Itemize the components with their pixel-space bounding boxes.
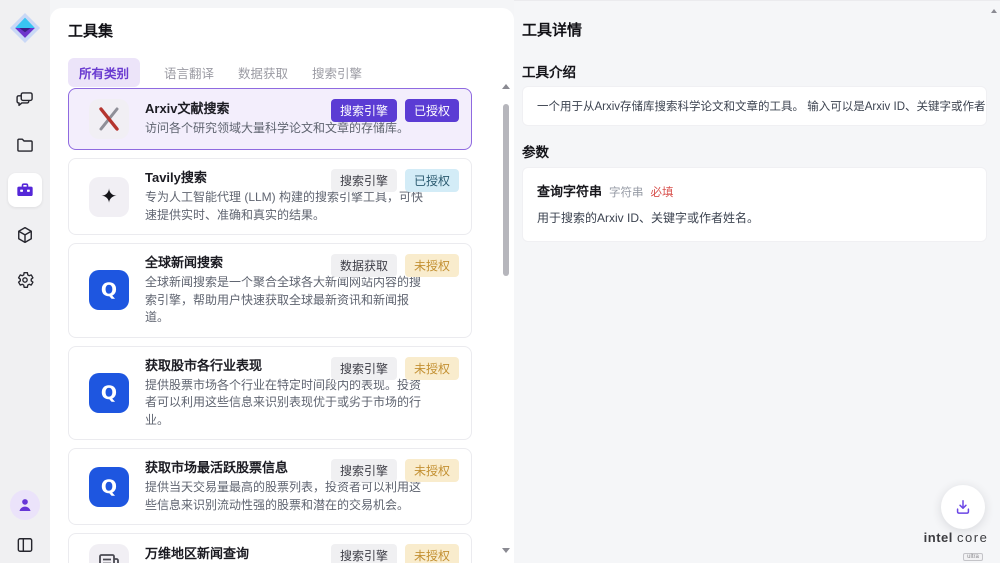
tool-card[interactable]: Q 获取市场最活跃股票信息 提供当天交易量最高的股票列表，投资者可以利用这些信息…: [68, 448, 472, 525]
param-required-flag: 必填: [651, 184, 674, 200]
category-badge: 搜索引擎: [331, 459, 397, 482]
scrollbar-thumb[interactable]: [503, 104, 509, 276]
param-card: 查询字符串 字符串 必填 用于搜索的Arxiv ID、关键字或作者姓名。: [522, 167, 987, 242]
tavily-star-icon: ✦: [89, 177, 129, 217]
tool-card[interactable]: Arxiv文献搜索 访问各个研究领域大量科学论文和文章的存储库。 搜索引擎 已授…: [68, 88, 472, 150]
blue-q-icon: Q: [89, 270, 129, 310]
cube-icon: [15, 225, 35, 245]
tool-description: 专为人工智能代理 (LLM) 构建的搜索引擎工具，可快速提供实时、准确和真实的结…: [145, 189, 427, 224]
tab-3[interactable]: 搜索引擎: [312, 58, 362, 87]
newspaper-icon: [89, 544, 129, 563]
settings-gear-icon: [15, 270, 35, 290]
panel-scroll-up-arrow-icon[interactable]: [991, 9, 997, 13]
sidebar-item-settings[interactable]: [8, 263, 42, 297]
auth-status-badge: 已授权: [405, 99, 459, 122]
scroll-down-arrow-icon[interactable]: [502, 548, 510, 553]
avatar: [10, 490, 40, 520]
toolset-panel: 工具集 所有类别语言翻译数据获取搜索引擎 Arxiv文献搜索 访问各个研究领域大…: [50, 8, 514, 563]
tool-list: Arxiv文献搜索 访问各个研究领域大量科学论文和文章的存储库。 搜索引擎 已授…: [68, 88, 472, 563]
scroll-up-arrow-icon[interactable]: [502, 84, 510, 89]
intel-core-logo: intel core ultra: [918, 530, 994, 563]
tool-intro-card: 一个用于从Arxiv存储库搜索科学论文和文章的工具。 输入可以是Arxiv ID…: [522, 86, 987, 126]
download-icon: [953, 497, 973, 517]
sidebar-item-layout[interactable]: [8, 528, 42, 562]
arxiv-x-icon: [89, 99, 129, 139]
user-avatar-icon: [15, 495, 35, 515]
ultra-badge: ultra: [963, 553, 983, 561]
auth-status-badge: 已授权: [405, 169, 459, 192]
intro-heading: 工具介绍: [522, 61, 576, 81]
tool-badges: 数据获取 未授权: [331, 254, 459, 277]
layout-panel-icon: [15, 535, 35, 555]
param-type: 字符串: [609, 184, 644, 200]
tool-card[interactable]: 万维地区新闻查询 查询具体行政区划内的新闻，快速了解各地新闻动 搜索引擎 未授权: [68, 533, 472, 563]
sidebar-rail: [0, 0, 50, 563]
blue-q-icon: Q: [89, 373, 129, 413]
tool-badges: 搜索引擎 未授权: [331, 357, 459, 380]
tab-0[interactable]: 所有类别: [68, 58, 140, 87]
auth-status-badge: 未授权: [405, 459, 459, 482]
chat-icon: [15, 90, 35, 110]
sidebar-item-account[interactable]: [8, 488, 42, 522]
tab-2[interactable]: 数据获取: [238, 58, 288, 87]
toolbox-icon: [15, 180, 35, 200]
tool-card[interactable]: Q 全球新闻搜索 全球新闻搜索是一个聚合全球各大新闻网站内容的搜索引擎，帮助用户…: [68, 243, 472, 338]
param-description: 用于搜索的Arxiv ID、关键字或作者姓名。: [537, 209, 972, 226]
params-heading: 参数: [522, 141, 549, 161]
tool-card[interactable]: Q 获取股市各行业表现 提供股票市场各个行业在特定时间段内的表现。投资者可以利用…: [68, 346, 472, 441]
param-header: 查询字符串 字符串 必填: [537, 181, 972, 200]
category-tabs: 所有类别语言翻译数据获取搜索引擎: [68, 58, 362, 87]
tool-badges: 搜索引擎 已授权: [331, 99, 459, 122]
toolset-title: 工具集: [68, 20, 113, 41]
category-badge: 搜索引擎: [331, 544, 397, 563]
intel-brand-text: intel: [924, 530, 953, 545]
sidebar-item-toolbox[interactable]: [8, 173, 42, 207]
tool-details-panel: 工具详情 工具介绍 一个用于从Arxiv存储库搜索科学论文和文章的工具。 输入可…: [514, 0, 1000, 563]
category-badge: 数据获取: [331, 254, 397, 277]
auth-status-badge: 未授权: [405, 254, 459, 277]
auth-status-badge: 未授权: [405, 357, 459, 380]
blue-q-icon: Q: [89, 467, 129, 507]
tool-description: 全球新闻搜索是一个聚合全球各大新闻网站内容的搜索引擎，帮助用户快速获取全球最新资…: [145, 274, 427, 327]
category-badge: 搜索引擎: [331, 169, 397, 192]
tool-description: 提供股票市场各个行业在特定时间段内的表现。投资者可以利用这些信息来识别表现优于或…: [145, 377, 427, 430]
core-brand-text: core: [957, 530, 988, 545]
folder-icon: [15, 135, 35, 155]
tool-description: 提供当天交易量最高的股票列表，投资者可以利用这些信息来识别流动性强的股票和潜在的…: [145, 479, 427, 514]
param-name: 查询字符串: [537, 181, 602, 200]
sidebar-item-files[interactable]: [8, 128, 42, 162]
tool-card[interactable]: ✦ Tavily搜索 专为人工智能代理 (LLM) 构建的搜索引擎工具，可快速提…: [68, 158, 472, 235]
details-title: 工具详情: [522, 19, 582, 40]
auth-status-badge: 未授权: [405, 544, 459, 563]
sidebar-item-chat[interactable]: [8, 83, 42, 117]
tool-badges: 搜索引擎 未授权: [331, 544, 459, 563]
download-button[interactable]: [941, 485, 985, 529]
tab-1[interactable]: 语言翻译: [164, 58, 214, 87]
category-badge: 搜索引擎: [331, 357, 397, 380]
list-scrollbar[interactable]: [500, 84, 512, 553]
tool-badges: 搜索引擎 未授权: [331, 459, 459, 482]
app-logo-icon: [9, 12, 41, 44]
sidebar-item-packages[interactable]: [8, 218, 42, 252]
tool-description: 访问各个研究领域大量科学论文和文章的存储库。: [145, 120, 427, 138]
category-badge: 搜索引擎: [331, 99, 397, 122]
tool-badges: 搜索引擎 已授权: [331, 169, 459, 192]
